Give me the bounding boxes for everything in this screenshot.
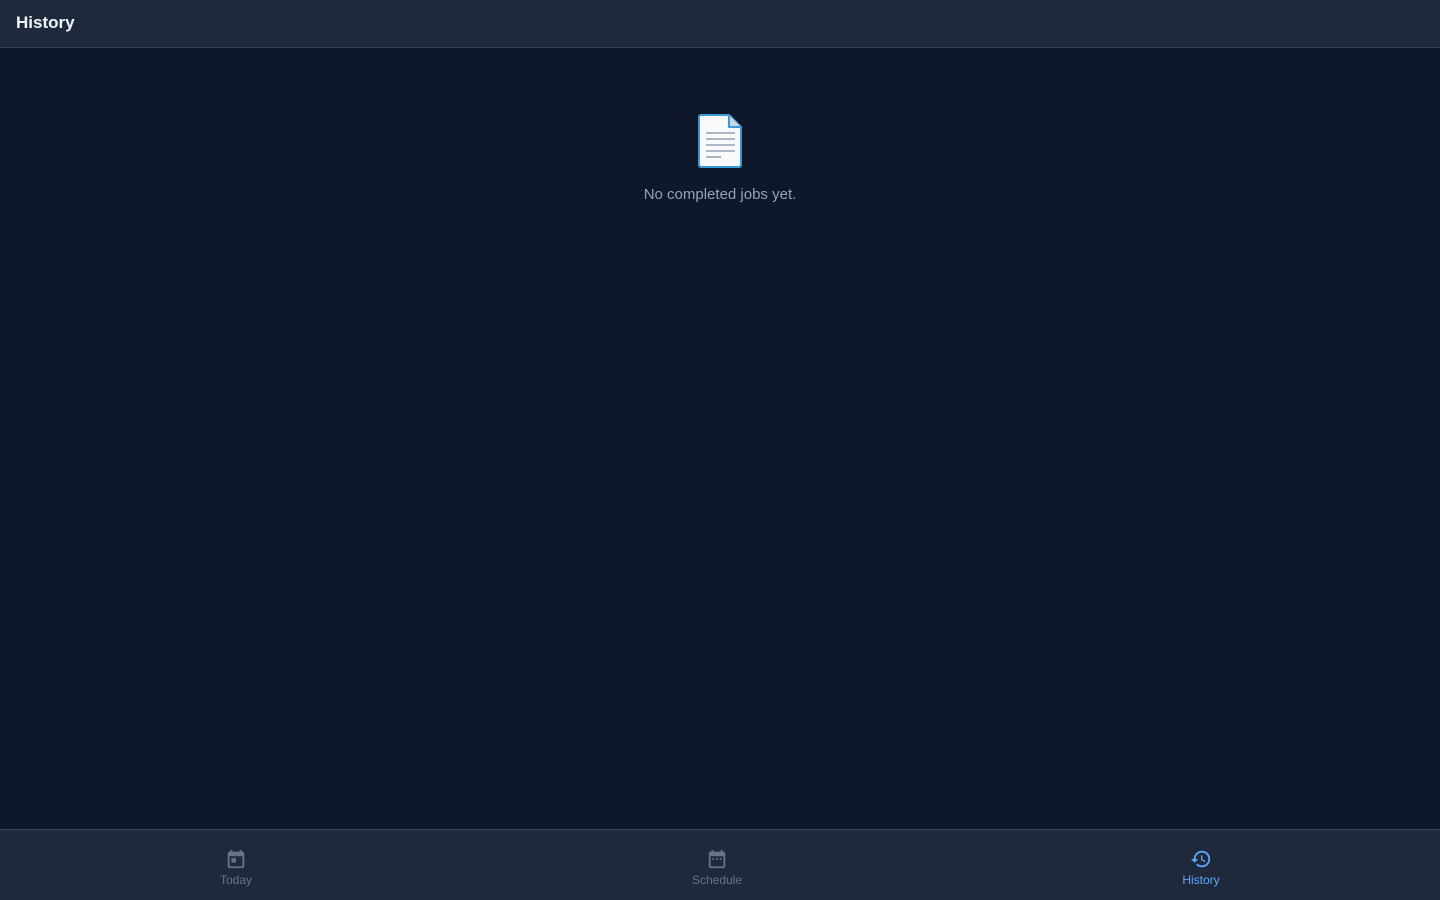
nav-label-history: History [1182, 873, 1220, 887]
nav-item-today[interactable]: Today [156, 830, 316, 900]
empty-state-message: No completed jobs yet. [643, 186, 797, 203]
document-icon [698, 114, 742, 168]
calendar-schedule-icon [708, 849, 726, 869]
top-app-bar: History [0, 0, 1440, 48]
nav-label-schedule: Schedule [691, 873, 743, 887]
nav-item-history[interactable]: History [1121, 830, 1281, 900]
calendar-today-icon [227, 849, 245, 869]
bottom-navigation: Today Schedule History [0, 829, 1440, 900]
empty-state: No completed jobs yet. [0, 113, 1440, 204]
main-content: No completed jobs yet. [0, 49, 1440, 829]
app-root: History No completed jobs yet. Today Sch… [0, 0, 1440, 900]
nav-label-today: Today [219, 873, 253, 887]
page-title: History [16, 13, 75, 32]
nav-item-schedule[interactable]: Schedule [637, 830, 797, 900]
history-icon [1190, 850, 1211, 868]
